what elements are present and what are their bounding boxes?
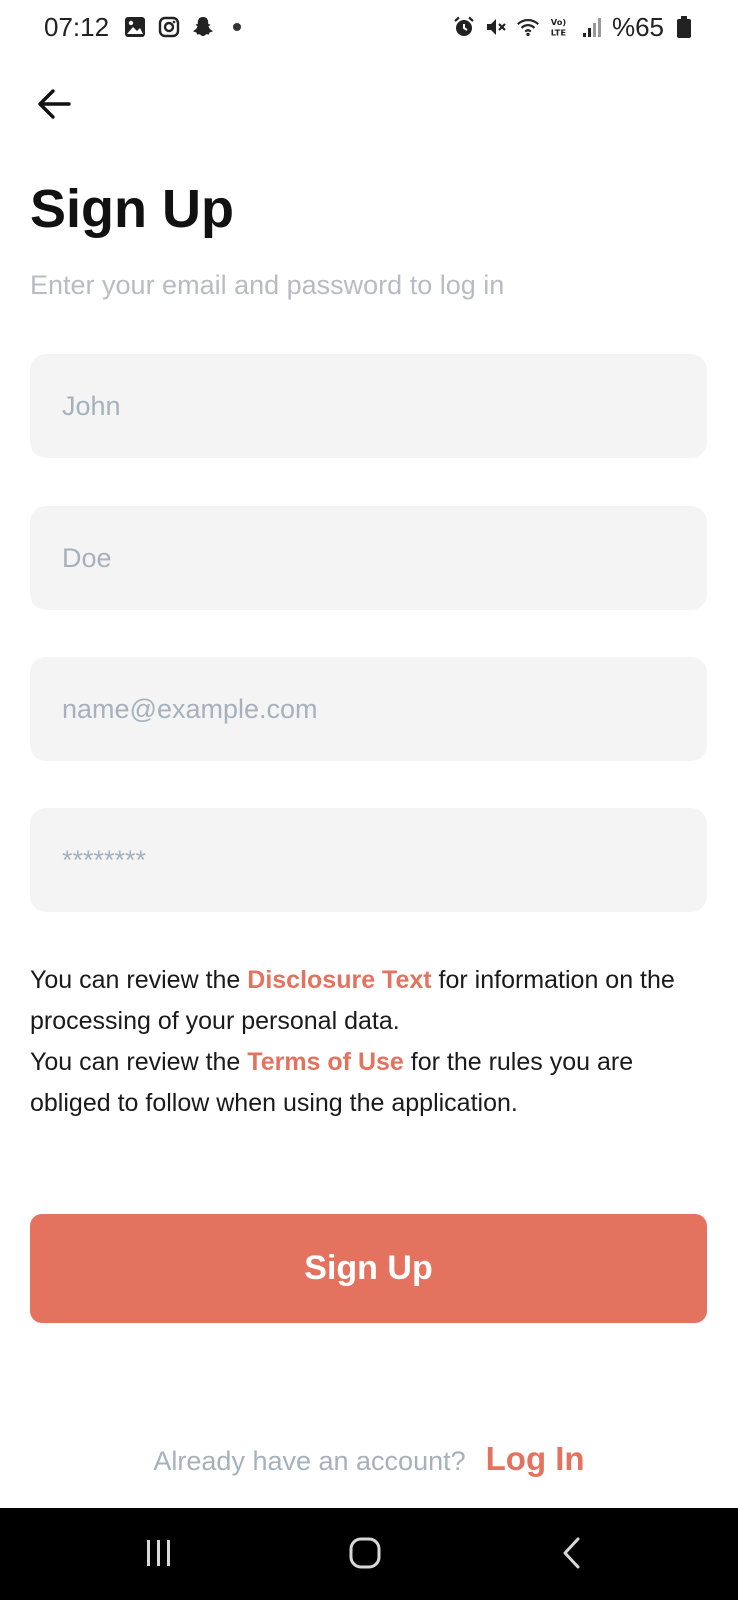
snapchat-icon: [191, 15, 215, 39]
svg-text:LTE: LTE: [551, 27, 567, 37]
status-right: Vo) LTE %65: [452, 12, 696, 42]
nav-back-button[interactable]: [548, 1530, 598, 1580]
login-row: Already have an account? Log In: [0, 1440, 738, 1478]
arrow-left-icon: [36, 86, 72, 127]
signal-icon: [580, 15, 604, 39]
wifi-icon: [516, 15, 540, 39]
alarm-icon: [452, 15, 476, 39]
page-subtitle: Enter your email and password to log in: [30, 270, 505, 300]
mute-icon: [484, 15, 508, 39]
log-in-link[interactable]: Log In: [486, 1440, 585, 1478]
first-name-field[interactable]: [30, 354, 707, 458]
status-left: 07:12: [44, 12, 242, 42]
battery-percent: %65: [611, 12, 664, 42]
disclosure-text-link[interactable]: Disclosure Text: [247, 966, 431, 994]
home-icon: [347, 1535, 383, 1576]
disclosure-text: You can review the Disclosure Text for i…: [30, 960, 720, 1124]
first-name-input[interactable]: [60, 389, 677, 423]
back-icon: [556, 1536, 590, 1575]
last-name-field[interactable]: [30, 506, 707, 610]
back-button[interactable]: [32, 84, 76, 128]
email-field[interactable]: [30, 657, 707, 761]
terms-line: You can review the Terms of Use for the …: [30, 1042, 720, 1124]
status-time: 07:12: [44, 12, 110, 42]
battery-icon: [672, 15, 696, 39]
sign-up-button[interactable]: Sign Up: [30, 1214, 707, 1323]
volte-icon: Vo) LTE: [548, 15, 572, 39]
login-prompt: Already have an account?: [153, 1446, 466, 1476]
svg-text:Vo): Vo): [551, 17, 567, 27]
home-button[interactable]: [340, 1530, 390, 1580]
page-title: Sign Up: [30, 179, 234, 239]
disclosure-line: You can review the Disclosure Text for i…: [30, 960, 720, 1042]
password-input[interactable]: [60, 843, 677, 877]
password-field[interactable]: [30, 808, 707, 912]
status-bar: 07:12 Vo) LTE %65: [0, 0, 738, 56]
navigation-bar: [0, 1508, 738, 1600]
disclosure-prefix: You can review the: [30, 966, 248, 994]
last-name-input[interactable]: [60, 541, 677, 575]
recents-button[interactable]: [134, 1530, 184, 1580]
gallery-icon: [123, 15, 147, 39]
terms-prefix: You can review the: [30, 1048, 248, 1076]
terms-of-use-link[interactable]: Terms of Use: [247, 1048, 404, 1076]
notification-dot: [233, 23, 242, 31]
recents-icon: [142, 1536, 176, 1575]
instagram-icon: [157, 15, 181, 39]
email-input[interactable]: [60, 692, 677, 726]
